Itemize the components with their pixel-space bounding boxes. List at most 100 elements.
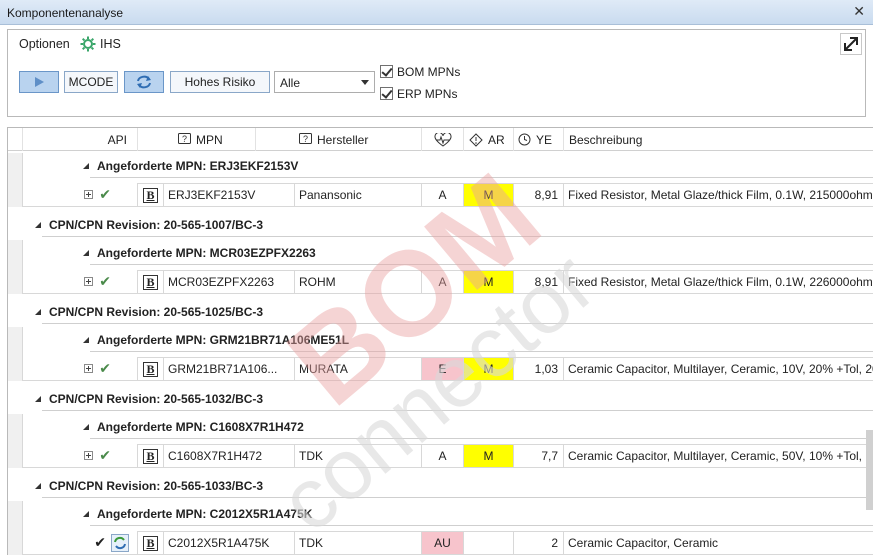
row-selector[interactable]: [8, 531, 23, 555]
ihs-label[interactable]: IHS: [100, 37, 121, 51]
datasheet-b-icon[interactable]: B: [143, 448, 158, 464]
mpn-group-header[interactable]: Angeforderte MPN: C1608X7R1H472: [83, 414, 873, 439]
heartbeat-icon: [433, 132, 452, 147]
options-panel: Optionen IHS MCODE Hohes Risiko Alle BOM…: [7, 29, 866, 117]
question-icon: ?: [178, 133, 191, 146]
datasheet-b-icon[interactable]: B: [143, 361, 158, 377]
group-separator: [90, 525, 873, 526]
bom-mpns-checkbox[interactable]: [380, 65, 393, 78]
datasheet-b-icon[interactable]: B: [143, 274, 158, 290]
collapse-triangle-icon[interactable]: [83, 162, 89, 169]
header-api[interactable]: API: [23, 128, 138, 151]
ar-cell-text: M: [483, 362, 494, 376]
ye-cell: 8,91: [514, 270, 564, 294]
ar-cell: M: [464, 270, 514, 294]
expand-button[interactable]: [840, 33, 862, 55]
row-selector[interactable]: [8, 212, 23, 240]
header-ar-label: AR: [488, 132, 505, 147]
refresh-button[interactable]: [124, 71, 164, 93]
table-row[interactable]: ✔ B C1608X7R1H472 TDK A M 7,7 Ceramic Capacitor…: [8, 444, 873, 468]
header-mpn[interactable]: ? MPN: [138, 128, 256, 151]
row-selector[interactable]: [8, 183, 23, 207]
erp-mpns-checkbox[interactable]: [380, 87, 393, 100]
mcode-button[interactable]: MCODE: [64, 71, 118, 93]
collapse-triangle-icon[interactable]: [35, 395, 41, 402]
cpn-group-header[interactable]: CPN/CPN Revision: 20-565-1033/BC-3: [35, 473, 873, 498]
lifecycle-cell-text: A: [438, 449, 447, 463]
row-selector[interactable]: [8, 299, 23, 327]
row-selector[interactable]: [8, 270, 23, 294]
options-label[interactable]: Optionen: [19, 37, 70, 51]
datasheet-b-icon[interactable]: B: [143, 535, 158, 551]
row-selector[interactable]: [8, 357, 23, 381]
vertical-scrollbar[interactable]: [866, 430, 873, 510]
high-risk-button[interactable]: Hohes Risiko: [170, 71, 270, 93]
mpn-cell: C1608X7R1H472: [164, 444, 295, 468]
expand-plus-icon[interactable]: [84, 451, 94, 460]
header-manufacturer[interactable]: ? Hersteller: [295, 128, 422, 151]
mpn-cell: GRM21BR71A106...: [164, 357, 295, 381]
ar-cell: M: [464, 444, 514, 468]
group-separator: [42, 236, 873, 237]
bom-mpns-label: BOM MPNs: [397, 65, 461, 79]
collapse-triangle-icon[interactable]: [35, 221, 41, 228]
collapse-triangle-icon[interactable]: [35, 482, 41, 489]
clock-icon: [518, 133, 531, 146]
manufacturer-cell-text: MURATA: [299, 362, 348, 376]
row-selector[interactable]: [8, 444, 23, 468]
ye-cell: 8,91: [514, 183, 564, 207]
manufacturer-cell: TDK: [295, 444, 422, 468]
table-row[interactable]: ✔ B MCR03EZPFX2263 ROHM A M 8,91 Fixed Resistor…: [8, 270, 873, 294]
chevron-down-icon: [361, 80, 369, 85]
check-icon: ✔: [94, 534, 106, 550]
cpn-group-header[interactable]: CPN/CPN Revision: 20-565-1032/BC-3: [35, 386, 873, 411]
ihs-gear-icon: [80, 36, 96, 52]
collapse-triangle-icon[interactable]: [35, 308, 41, 315]
update-icon[interactable]: [111, 533, 129, 552]
group-separator: [42, 497, 873, 498]
collapse-triangle-icon[interactable]: [83, 510, 89, 517]
expand-plus-icon[interactable]: [84, 277, 94, 286]
lifecycle-cell: E: [422, 357, 464, 381]
group-label: Angeforderte MPN: C2012X5R1A475K: [97, 506, 313, 521]
expand-plus-icon[interactable]: [84, 364, 94, 373]
header-description-label: Beschreibung: [569, 132, 643, 147]
header-lifecycle[interactable]: [422, 128, 464, 151]
play-button[interactable]: [19, 71, 59, 93]
table-row[interactable]: ✔ B ERJ3EKF2153V Panansonic A M 8,91 Fixed Resi…: [8, 183, 873, 207]
ye-cell-text: 1,03: [534, 362, 558, 376]
ye-cell: 2: [514, 531, 564, 555]
cpn-group-header[interactable]: CPN/CPN Revision: 20-565-1007/BC-3: [35, 212, 873, 237]
manufacturer-cell-text: TDK: [299, 449, 323, 463]
mpn-group-header[interactable]: Angeforderte MPN: C2012X5R1A475K: [83, 501, 873, 526]
expand-plus-icon[interactable]: [84, 190, 94, 199]
datasheet-b-icon[interactable]: B: [143, 187, 158, 203]
header-description[interactable]: Beschreibung: [564, 128, 873, 151]
header-ar[interactable]: AR: [464, 128, 514, 151]
mpn-group-header[interactable]: Angeforderte MPN: MCR03EZPFX2263: [83, 240, 873, 265]
group-separator: [90, 177, 873, 178]
collapse-triangle-icon[interactable]: [83, 249, 89, 256]
filter-select[interactable]: Alle: [274, 71, 375, 93]
group-label: CPN/CPN Revision: 20-565-1025/BC-3: [49, 304, 264, 319]
row-selector[interactable]: [8, 473, 23, 501]
mpn-group-header[interactable]: Angeforderte MPN: GRM21BR71A106ME51L: [83, 327, 873, 352]
grid-header: API ? MPN ? Hersteller AR YE Beschreibun…: [8, 128, 873, 151]
manufacturer-cell: TDK: [295, 531, 422, 555]
mpn-group-header[interactable]: Angeforderte MPN: ERJ3EKF2153V: [83, 153, 873, 178]
table-row[interactable]: ✔ B C2012X5R1A475K TDK AU 2 Ceramic Capacitor,…: [8, 531, 873, 555]
mpn-cell-text: C2012X5R1A475K: [168, 536, 270, 550]
header-ye[interactable]: YE: [514, 128, 564, 151]
header-mpn-label: MPN: [196, 132, 223, 147]
manufacturer-cell: ROHM: [295, 270, 422, 294]
close-icon[interactable]: ✕: [853, 3, 865, 20]
lifecycle-cell-text: E: [438, 362, 447, 376]
cpn-group-header[interactable]: CPN/CPN Revision: 20-565-1025/BC-3: [35, 299, 873, 324]
lifecycle-cell-text: A: [438, 188, 447, 202]
row-selector[interactable]: [8, 386, 23, 414]
description-cell-text: Fixed Resistor, Metal Glaze/thick Film, …: [568, 188, 873, 202]
table-row[interactable]: ✔ B GRM21BR71A106... MURATA E M 1,03 Ceramic Ca…: [8, 357, 873, 381]
collapse-triangle-icon[interactable]: [83, 336, 89, 343]
manufacturer-cell: Panansonic: [295, 183, 422, 207]
collapse-triangle-icon[interactable]: [83, 423, 89, 430]
